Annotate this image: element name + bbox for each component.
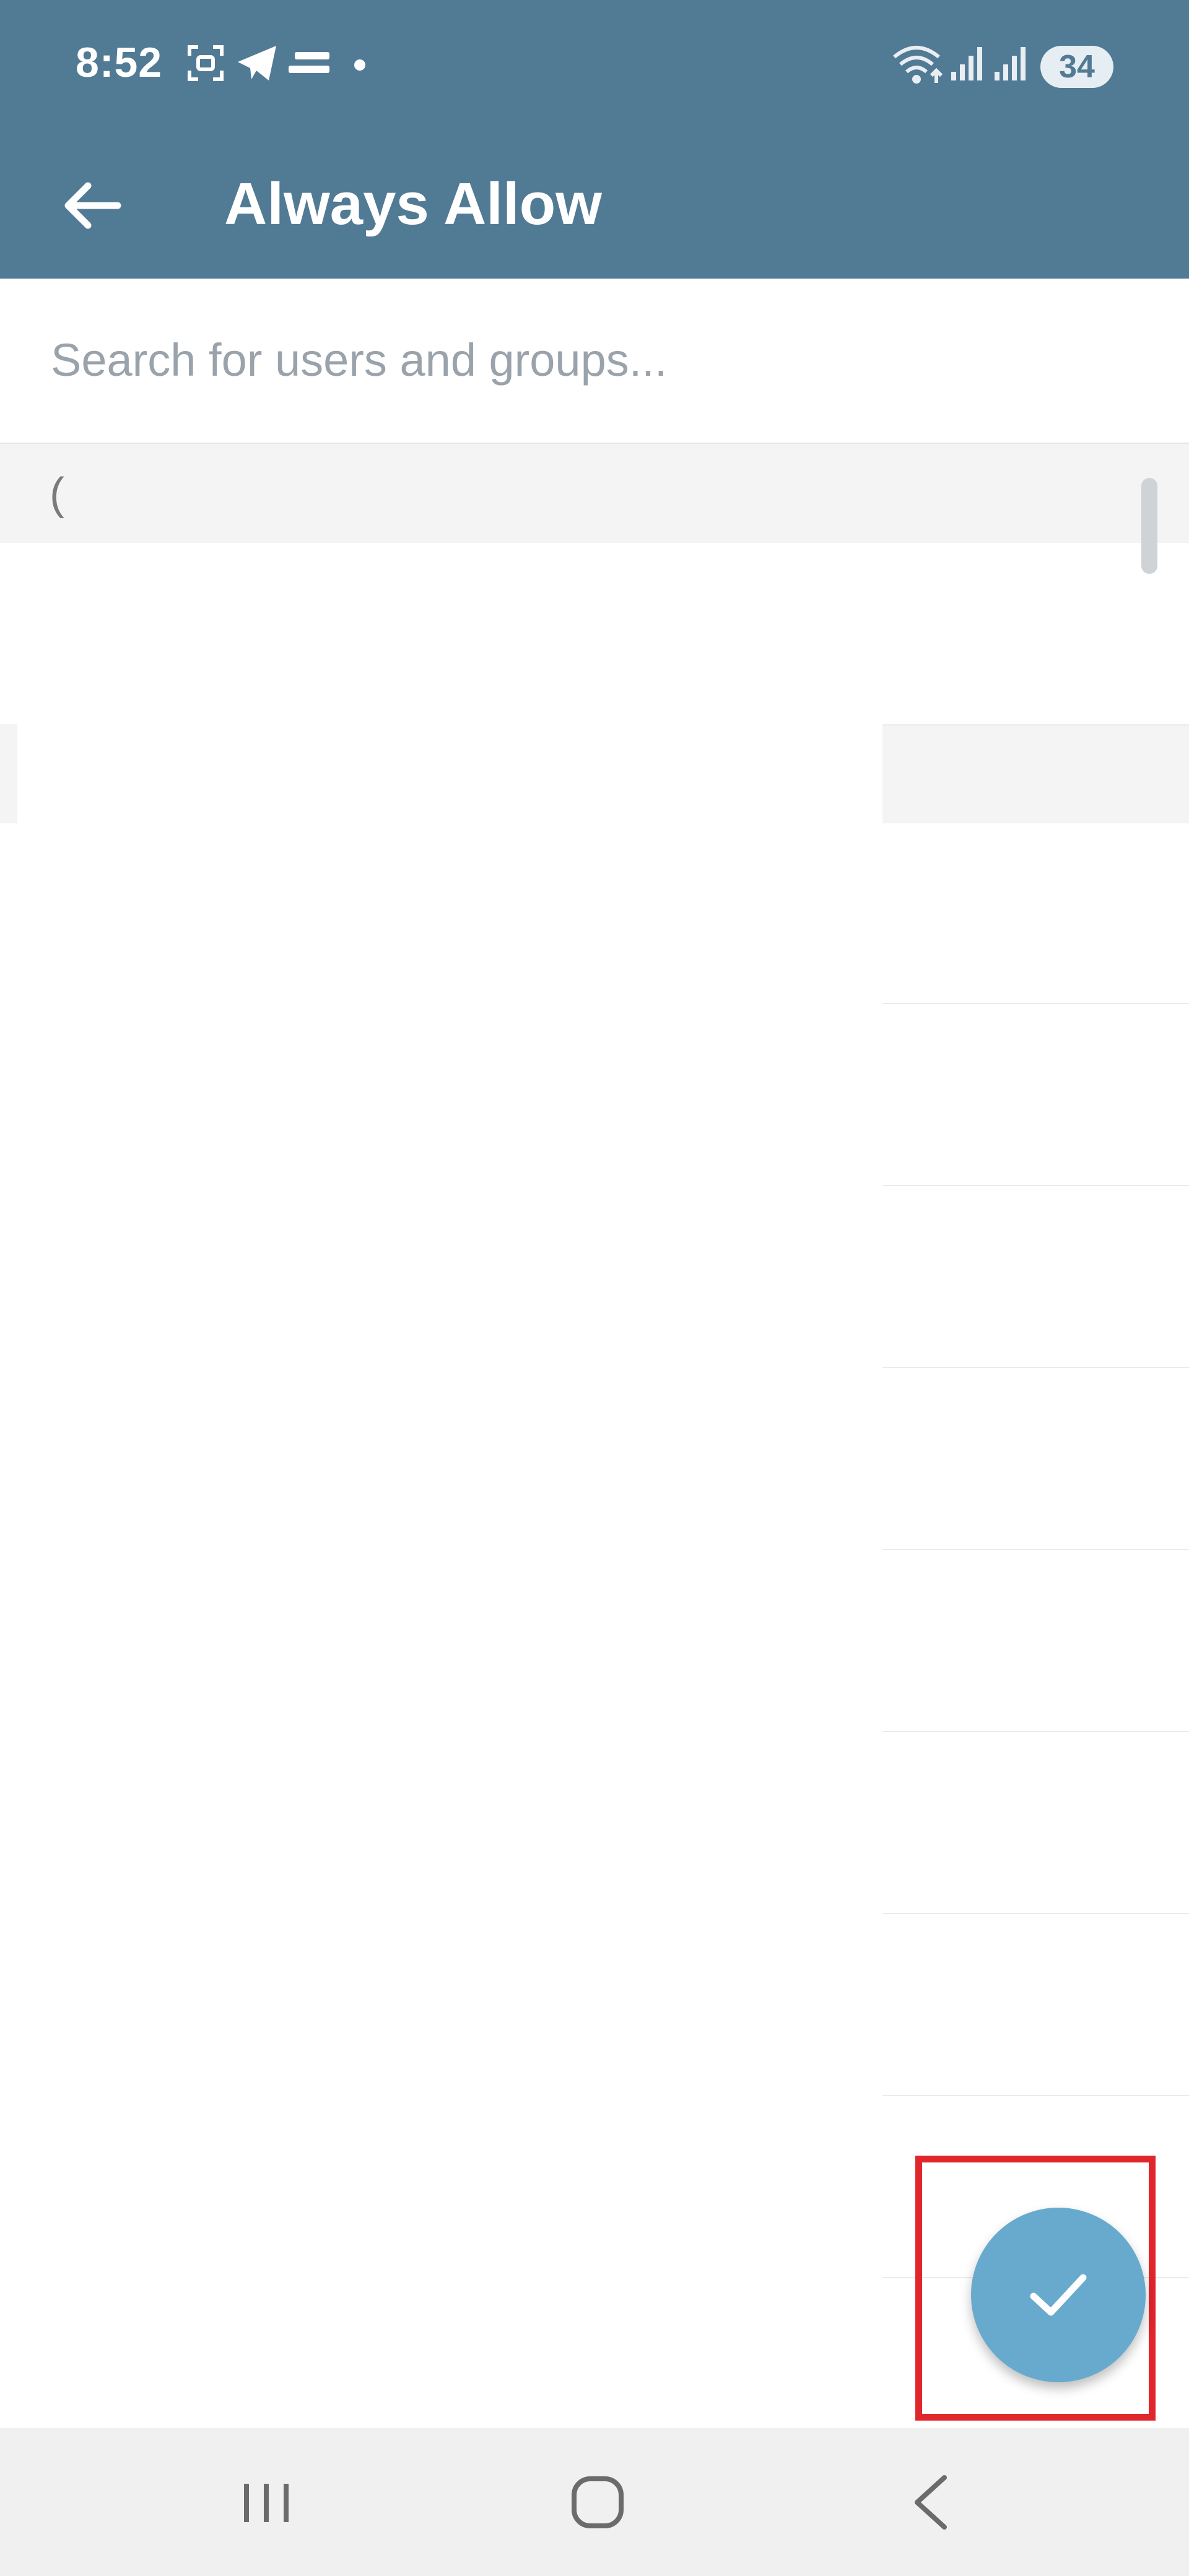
confirm-fab-button[interactable] <box>971 2208 1146 2382</box>
section-header: ( <box>0 444 1189 543</box>
list-divider <box>882 724 1189 726</box>
list-divider <box>882 1549 1189 1550</box>
status-bar: 8:52 34 <box>0 0 1189 136</box>
list-divider <box>882 1731 1189 1732</box>
list-divider <box>882 1185 1189 1186</box>
section-header-label: ( <box>50 469 64 519</box>
equal-icon <box>289 43 332 86</box>
home-icon[interactable] <box>560 2465 635 2539</box>
wifi-icon <box>892 43 946 89</box>
status-time: 8:52 <box>76 39 163 86</box>
list-divider <box>882 2095 1189 2096</box>
search-input[interactable] <box>50 328 1105 391</box>
check-icon <box>1030 2274 1087 2316</box>
back-icon[interactable] <box>895 2465 969 2539</box>
dot-icon <box>354 59 365 74</box>
toolbar: Always Allow <box>0 136 1189 279</box>
list-band <box>882 724 1189 823</box>
recents-icon[interactable] <box>229 2465 303 2539</box>
scrollbar[interactable] <box>1141 478 1157 574</box>
page-title: Always Allow <box>224 171 602 237</box>
list-divider <box>882 1003 1189 1004</box>
signal-icon-2 <box>993 43 1029 86</box>
telegram-icon <box>237 43 277 86</box>
battery-indicator: 34 <box>1040 46 1113 88</box>
signal-icon <box>950 43 986 86</box>
list-divider <box>882 1367 1189 1368</box>
search-bar <box>0 279 1189 444</box>
screenshot-icon <box>186 43 225 86</box>
system-nav-bar <box>0 2428 1189 2576</box>
app-bar: 8:52 34 Always Allow <box>0 0 1189 279</box>
arrow-left-icon[interactable] <box>56 168 130 243</box>
list-divider-stripe <box>0 724 17 823</box>
list-divider <box>882 1913 1189 1914</box>
